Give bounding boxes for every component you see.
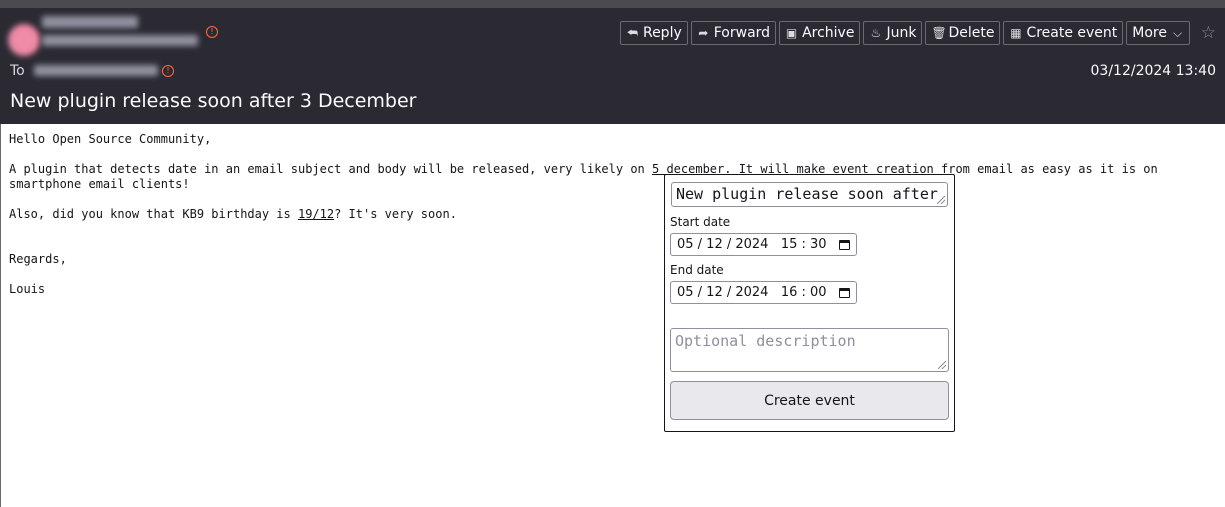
signature-line: Louis: [9, 282, 46, 296]
start-date-input[interactable]: 05 / 12 / 2024 15 : 30: [670, 233, 857, 256]
trash-icon: 🗑: [931, 26, 947, 40]
create-event-popup: New plugin release soon after 3 December…: [664, 174, 955, 432]
message-subject: New plugin release soon after 3 December: [10, 90, 417, 112]
reply-icon: ⮪: [626, 25, 639, 40]
message-toolbar: ⮪ Reply ➦ Forward ▣ Archive ♨ Junk 🗑 Delete ▦…: [619, 21, 1190, 45]
end-date-label: End date: [670, 263, 724, 277]
sender-avatar: [8, 24, 40, 56]
message-date: 03/12/2024 13:40: [1090, 63, 1217, 79]
create-event-button[interactable]: ▦ Create event: [1003, 21, 1124, 45]
junk-button[interactable]: ♨ Junk: [863, 21, 923, 45]
delete-label: Delete: [948, 25, 995, 41]
reply-button[interactable]: ⮪ Reply: [619, 21, 688, 45]
window-top-strip: [0, 0, 1225, 8]
description-placeholder: Optional description: [675, 332, 856, 350]
paragraph-text: A plugin that detects date in an email s…: [9, 162, 652, 176]
description-input[interactable]: Optional description: [670, 328, 949, 372]
resize-grip-icon[interactable]: [938, 361, 946, 369]
detected-date-link[interactable]: 19/12: [298, 207, 334, 221]
more-button[interactable]: More ⌵: [1126, 21, 1190, 45]
regards-line: Regards,: [9, 252, 67, 266]
resize-grip-icon[interactable]: [937, 196, 945, 204]
archive-button[interactable]: ▣ Archive: [779, 21, 861, 45]
reply-label: Reply: [642, 25, 682, 41]
sender-warning-icon[interactable]: !: [206, 26, 218, 38]
recipient-redacted: [34, 65, 158, 76]
forward-button[interactable]: ➦ Forward: [690, 21, 777, 45]
to-label: To: [10, 63, 25, 79]
calendar-icon[interactable]: [839, 287, 850, 298]
more-label: More: [1132, 25, 1167, 41]
forward-icon: ➦: [698, 26, 709, 40]
end-date-input[interactable]: 05 / 12 / 2024 16 : 00: [670, 281, 857, 304]
paragraph-text: Also, did you know that KB9 birthday is: [9, 207, 298, 221]
start-date-value: 05 / 12 / 2024 15 : 30: [677, 237, 827, 252]
recipient-warning-icon[interactable]: !: [162, 65, 174, 77]
sender-name-redacted: [42, 16, 138, 28]
delete-button[interactable]: 🗑 Delete: [925, 21, 1001, 45]
create-event-label: Create event: [1026, 25, 1118, 41]
start-date-label: Start date: [670, 215, 731, 229]
event-title-value: New plugin release soon after 3 December: [676, 185, 947, 203]
calendar-icon: ▦: [1010, 26, 1022, 40]
forward-label: Forward: [713, 25, 771, 41]
archive-label: Archive: [802, 25, 855, 41]
create-event-submit-button[interactable]: Create event: [670, 381, 949, 420]
chevron-down-icon: ⌵: [1172, 25, 1183, 40]
junk-icon: ♨: [870, 26, 882, 40]
junk-label: Junk: [886, 25, 917, 41]
greeting-line: Hello Open Source Community,: [9, 132, 212, 146]
pane-border: [0, 124, 1, 507]
paragraph-text: ? It's very soon.: [334, 207, 457, 221]
sender-email-redacted: [42, 35, 198, 46]
body-paragraph-2: Also, did you know that KB9 birthday is …: [9, 207, 1209, 222]
message-body: Hello Open Source Community, A plugin th…: [9, 132, 1209, 312]
star-icon[interactable]: ☆: [1201, 23, 1216, 43]
message-header: ! To ! 03/12/2024 13:40 New plugin relea…: [0, 8, 1225, 124]
end-date-value: 05 / 12 / 2024 16 : 00: [677, 285, 827, 300]
archive-icon: ▣: [785, 26, 798, 40]
body-paragraph-1: A plugin that detects date in an email s…: [9, 162, 1209, 192]
event-title-input[interactable]: New plugin release soon after 3 December: [671, 182, 948, 207]
calendar-icon[interactable]: [839, 239, 850, 250]
